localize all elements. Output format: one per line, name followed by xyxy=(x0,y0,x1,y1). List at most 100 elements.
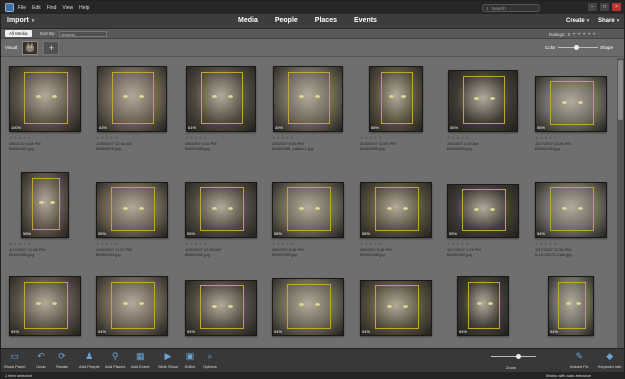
cat-eye xyxy=(211,304,217,308)
cat-eye xyxy=(402,206,408,210)
face-detection-box xyxy=(550,187,594,232)
cat-photo[interactable]: 58% xyxy=(369,66,423,132)
maximize-button[interactable]: □ xyxy=(600,3,609,11)
show-panel-button[interactable]: ▭ Show Panel xyxy=(4,351,25,369)
face-detection-box xyxy=(468,281,500,329)
media-thumbnail[interactable]: 55% ★★★★★ 1/29/2007 11:20 PM B0000324.jpg xyxy=(96,172,182,268)
options-label: Options xyxy=(203,364,217,369)
media-thumbnail[interactable]: 58% ★★★★★ 4/17/2007 11:28 PM B0000084.jpg xyxy=(9,172,95,268)
minimize-button[interactable]: – xyxy=(588,3,597,11)
cat-photo[interactable]: 55% xyxy=(535,76,607,132)
grid-scrollbar[interactable] xyxy=(617,58,624,348)
media-thumbnail[interactable]: 100% ★★★★★ 3/8/2012 6:34 PM B0000081.jpg xyxy=(9,66,95,162)
cat-photo[interactable]: 58% xyxy=(360,182,432,238)
menu-help[interactable]: Help xyxy=(79,5,89,11)
face-detection-box xyxy=(201,72,243,124)
media-thumbnail[interactable]: 55% ★★★★★ 4/17/2007 1:28 PM B0000422.jpg xyxy=(447,172,533,268)
cat-photo[interactable]: 54% xyxy=(9,276,81,336)
add-places-button[interactable]: ⚲ Add Places xyxy=(105,351,125,369)
cat-photo[interactable]: 55% xyxy=(185,182,257,238)
cat-photo[interactable]: 56% xyxy=(448,70,518,132)
scrollbar-thumb[interactable] xyxy=(618,60,623,120)
cat-photo[interactable]: 54% xyxy=(548,276,594,336)
media-thumbnail[interactable]: 55% ★★★★★ 1/29/2007 12:30 AM B0000300.jpg xyxy=(185,172,271,268)
menu-file[interactable]: File xyxy=(18,5,26,11)
add-visual-button[interactable]: + xyxy=(43,40,60,55)
rotate-button[interactable]: ⟳ Rotate xyxy=(56,351,68,369)
menu-find[interactable]: Find xyxy=(47,5,57,11)
media-thumbnail[interactable]: 55% ★★★★★ 4/17/2007 11:28 PM B0000190.jpg xyxy=(535,66,621,162)
add-people-button[interactable]: ♟ Add People xyxy=(79,351,100,369)
cat-photo[interactable]: 54% xyxy=(272,278,344,336)
visual-search-thumbnail[interactable] xyxy=(22,40,39,55)
instant-fix-button[interactable]: ✎ Instant Fix xyxy=(570,351,588,369)
media-thumbnail[interactable]: 58% ★★★★★ 3/8/2007 6:48 PM B0000408.jpg xyxy=(360,172,446,268)
create-button[interactable]: Create ▾ xyxy=(566,18,589,24)
tab-places[interactable]: Places xyxy=(315,17,337,24)
keyword-info-button[interactable]: ◆ Keyword Info xyxy=(598,351,621,369)
cat-photo[interactable]: 54% xyxy=(96,276,168,336)
search-input[interactable]: ⌕ Search xyxy=(482,4,540,12)
cat-photo[interactable]: 54% xyxy=(360,280,432,336)
cat-photo[interactable]: 58% xyxy=(272,182,344,238)
menu-edit[interactable]: Edit xyxy=(32,5,41,11)
media-thumbnail[interactable]: 63% ★★★★★ 1/29/2007 12:16 AM B0000079.jpg xyxy=(96,66,182,162)
import-button[interactable]: Import ▾ xyxy=(7,17,34,24)
media-thumbnail[interactable]: 58% ★★★★★ 3/8/2007 6:48 PM B0000399.jpg xyxy=(272,172,358,268)
ratings-value: 3 xyxy=(567,31,571,37)
undo-button[interactable]: ↶ Undo xyxy=(35,351,47,369)
view-tabs: Media People Places Events xyxy=(238,17,377,24)
cat-photo[interactable]: 61% xyxy=(186,66,256,132)
zoom-slider[interactable] xyxy=(491,354,536,359)
face-detection-box xyxy=(24,72,68,124)
cat-photo[interactable]: 55% xyxy=(96,182,168,238)
tab-media[interactable]: Media xyxy=(238,17,258,24)
match-percent: 58% xyxy=(23,231,32,236)
media-thumbnail[interactable]: 30% ★★★★★ 3/8/2007 6:35 PM B0000408_edited-… xyxy=(272,66,358,162)
cat-eye xyxy=(386,206,392,210)
rating-stars[interactable]: ★★★★★ xyxy=(572,31,597,37)
add-event-button[interactable]: ▦ Add Event xyxy=(131,351,149,369)
cat-eye xyxy=(138,94,144,98)
thumbnail-meta: ★★★★★ 3/8/2007 6:35 PM B0000408_edited-1.j… xyxy=(272,135,313,152)
match-percent: 54% xyxy=(459,329,468,334)
editor-button[interactable]: ▣ Editor xyxy=(184,351,196,369)
media-thumbnail[interactable]: 56% ★★★★★ 3/8/2007 1:19 AM B0000420.jpg xyxy=(447,66,533,162)
cat-eye xyxy=(212,94,218,98)
close-button[interactable]: × xyxy=(612,3,621,11)
slide-show-button[interactable]: ▶ Slide Show xyxy=(158,351,178,369)
media-thumbnail[interactable]: 54% ★★★★★ 4/17/2007 11:28 PM 6-19-20070-Cat… xyxy=(535,172,621,268)
shape-label: Shape xyxy=(600,45,614,50)
options-button[interactable]: ⌕ Options xyxy=(203,351,217,369)
editor-icon: ▣ xyxy=(185,351,195,361)
cat-eye xyxy=(39,200,45,204)
tab-events[interactable]: Events xyxy=(354,17,377,24)
cat-photo[interactable]: 63% xyxy=(97,66,167,132)
editor-label: Editor xyxy=(184,364,196,369)
file-name: B0000324.jpg xyxy=(96,252,121,257)
cat-eye xyxy=(122,206,128,210)
file-name: B0000079.jpg xyxy=(96,146,121,151)
cat-photo[interactable]: 55% xyxy=(447,184,519,238)
cat-photo[interactable]: 30% xyxy=(273,66,343,132)
media-grid: 100% ★★★★★ 3/8/2012 6:34 PM B0000081.jpg 63%… xyxy=(1,58,624,348)
cat-eye xyxy=(298,206,304,210)
sort-select[interactable]: Newest xyxy=(58,30,107,37)
color-shape-slider[interactable] xyxy=(558,45,598,50)
tab-people[interactable]: People xyxy=(275,17,298,24)
cat-photo[interactable]: 54% xyxy=(457,276,509,336)
cat-photo[interactable]: 58% xyxy=(21,172,69,238)
cat-photo[interactable]: 100% xyxy=(9,66,81,132)
cat-photo[interactable]: 54% xyxy=(535,182,607,238)
slider-knob[interactable] xyxy=(574,45,579,50)
thumbnail-meta: ★★★★★ 3/8/2012 6:34 PM B0000081.jpg xyxy=(9,135,41,152)
media-thumbnail[interactable]: 61% ★★★★★ 3/8/2007 6:42 PM B0000408.jpg xyxy=(185,66,271,162)
zoom-knob[interactable] xyxy=(516,354,521,359)
face-detection-box xyxy=(24,281,68,329)
media-thumbnail[interactable]: 58% ★★★★★ 2/26/2007 11:00 PM B0000059.jpg xyxy=(360,66,446,162)
menu-view[interactable]: View xyxy=(62,5,73,11)
instant-fix-label: Instant Fix xyxy=(570,364,589,369)
all-media-button[interactable]: All Media xyxy=(5,30,32,37)
cat-photo[interactable]: 54% xyxy=(185,280,257,336)
share-button[interactable]: Share ▾ xyxy=(598,18,619,24)
